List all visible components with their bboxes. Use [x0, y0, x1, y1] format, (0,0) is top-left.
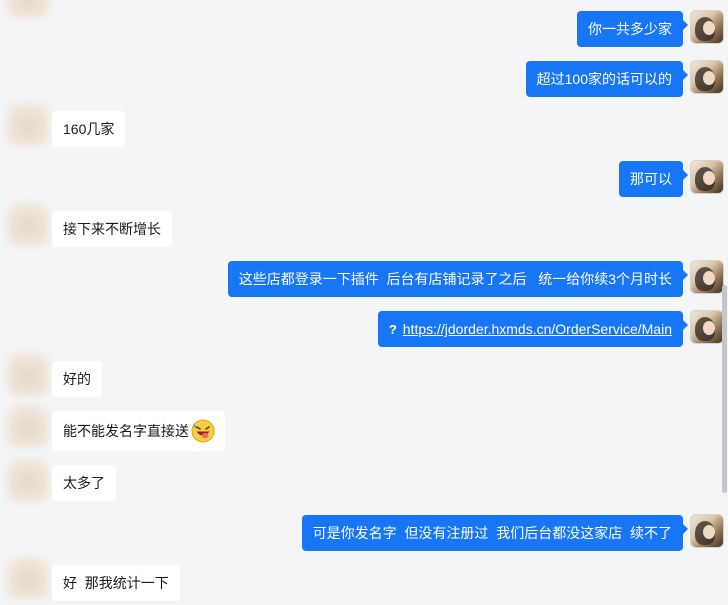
message-bubble-link[interactable]: ? https://jdorder.hxmds.cn/OrderService/M… [377, 311, 689, 347]
message-bubble-received[interactable]: 好 那我统计一下 [52, 565, 180, 601]
message-bubble-received[interactable]: 太多了 [52, 465, 116, 501]
message-bubble-received[interactable]: 接下来不断增长 [52, 211, 172, 247]
message-text: 能不能发名字直接送 [63, 423, 189, 439]
laughing-tongue-emoji-icon [191, 419, 215, 443]
contact-avatar[interactable] [6, 102, 50, 146]
message-bubble-sent[interactable]: 超过100家的话可以的 [525, 61, 689, 97]
link-question-icon: ? [388, 322, 397, 337]
my-avatar[interactable] [690, 160, 724, 194]
order-service-link[interactable]: https://jdorder.hxmds.cn/OrderService/Ma… [403, 321, 672, 337]
message-bubble-sent[interactable]: 你一共多少家 [577, 11, 688, 47]
message-bubble-received[interactable]: 能不能发名字直接送 [52, 411, 225, 451]
my-avatar[interactable] [690, 310, 724, 344]
my-avatar[interactable] [690, 60, 724, 94]
chat-message-list: 你一共多少家 超过100家的话可以的 160几家 那可以 接下来不断增长 这些店… [0, 0, 728, 605]
my-avatar[interactable] [690, 514, 724, 548]
contact-avatar[interactable] [6, 0, 50, 18]
contact-avatar[interactable] [6, 556, 50, 600]
contact-avatar[interactable] [6, 202, 50, 246]
chat-scrollbar[interactable] [722, 285, 727, 493]
contact-avatar[interactable] [6, 352, 50, 396]
my-avatar[interactable] [690, 10, 724, 44]
message-bubble-sent[interactable]: 可是你发名字 但没有注册过 我们后台都没这家店 续不了 [301, 515, 689, 551]
contact-avatar[interactable] [6, 404, 50, 448]
message-bubble-received[interactable]: 好的 [52, 361, 102, 397]
my-avatar[interactable] [690, 260, 724, 294]
contact-avatar[interactable] [6, 458, 50, 502]
message-bubble-received[interactable]: 160几家 [52, 111, 126, 147]
message-bubble-sent[interactable]: 这些店都登录一下插件 后台有店铺记录了之后 统一给你续3个月时长 [227, 261, 689, 297]
message-bubble-sent[interactable]: 那可以 [619, 161, 688, 197]
